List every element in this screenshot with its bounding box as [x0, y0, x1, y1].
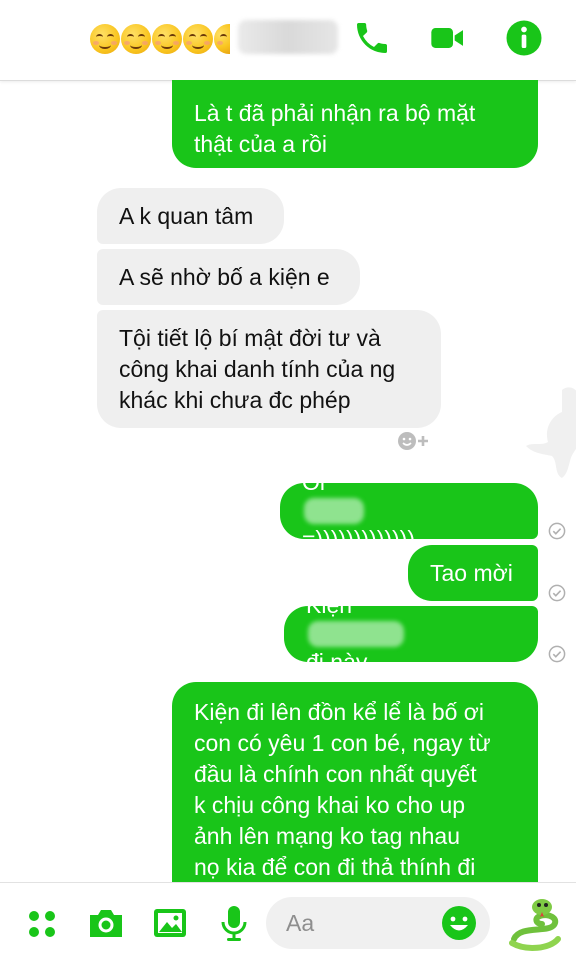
smiling-emoji-icon	[121, 24, 151, 54]
image-icon[interactable]	[150, 903, 190, 943]
seen-check-icon	[548, 584, 566, 602]
message-text: Tội tiết lộ bí mật đời tư và	[119, 324, 381, 351]
contact-name-redacted[interactable]	[238, 20, 338, 54]
chat-header	[0, 0, 576, 81]
message-text: Kiện đi này	[306, 590, 406, 678]
message-text: nọ kia để con đi thả thính đi	[194, 854, 476, 880]
contact-name-emojis[interactable]	[90, 24, 231, 58]
seen-check-icon	[548, 645, 566, 663]
message-text: Là t đã phải nhận ra bộ mặt	[194, 100, 476, 126]
message-bubble-sent[interactable]: Ôi =)))))))))))))	[280, 469, 538, 552]
video-camera-icon[interactable]	[428, 18, 468, 58]
message-text-suffix: đi này	[306, 649, 368, 675]
microphone-icon[interactable]	[214, 903, 254, 943]
message-bubble-sent[interactable]: Tao mời	[408, 545, 538, 601]
message-text-prefix: Kiện	[306, 592, 353, 618]
emoji-icon[interactable]	[440, 904, 478, 942]
menu-dots-icon[interactable]	[22, 903, 62, 943]
message-text: A k quan tâm	[119, 202, 254, 229]
message-text: Tao mời	[430, 559, 513, 586]
message-bubble-sent[interactable]: Là t đã phải nhận ra bộ mặt thật của a r…	[172, 80, 538, 168]
watermark-figure	[526, 387, 576, 478]
seen-check-icon	[548, 522, 566, 540]
message-text-prefix: Ôi	[302, 469, 325, 495]
message-text: Kiện đi lên đồn kể lể là bố ơi	[194, 699, 484, 725]
message-text: đầu là chính con nhất quyết	[194, 761, 477, 787]
message-bubble-sent[interactable]: Kiện đi này	[284, 592, 538, 675]
message-text: thật của a rồi	[194, 131, 327, 157]
message-bubble-received[interactable]: Tội tiết lộ bí mật đời tư và công khai d…	[97, 310, 441, 428]
message-text: Ôi =)))))))))))))	[302, 467, 415, 555]
smiling-emoji-icon	[183, 24, 213, 54]
message-text: A sẽ nhờ bố a kiện e	[119, 263, 330, 290]
smiling-emoji-icon	[152, 24, 182, 54]
message-text-suffix: =)))))))))))))	[302, 526, 416, 552]
smiling-emoji-icon	[214, 24, 230, 54]
redacted-text	[308, 621, 404, 647]
message-text: con có yêu 1 con bé, ngay từ	[194, 730, 491, 756]
message-bubble-sent[interactable]: Kiện đi lên đồn kể lể là bố ơi con có yê…	[172, 682, 538, 912]
message-text: k chịu công khai ko cho up	[194, 792, 466, 818]
info-icon[interactable]	[504, 18, 544, 58]
message-text: ảnh lên mạng ko tag nhau	[194, 823, 460, 849]
message-bubble-received[interactable]: A k quan tâm	[97, 188, 284, 244]
phone-icon[interactable]	[352, 18, 392, 58]
message-text: công khai danh tính của ng	[119, 355, 396, 382]
add-reaction-icon[interactable]	[396, 428, 432, 454]
message-text: khác khi chưa đc phép	[119, 386, 351, 413]
smiling-emoji-icon	[90, 24, 120, 54]
snake-sticker-icon[interactable]	[506, 893, 564, 951]
message-composer: Aa	[0, 882, 576, 961]
message-bubble-received[interactable]: A sẽ nhờ bố a kiện e	[97, 249, 360, 305]
message-input-placeholder: Aa	[286, 909, 315, 936]
redacted-text	[304, 498, 364, 524]
camera-icon[interactable]	[86, 903, 126, 943]
